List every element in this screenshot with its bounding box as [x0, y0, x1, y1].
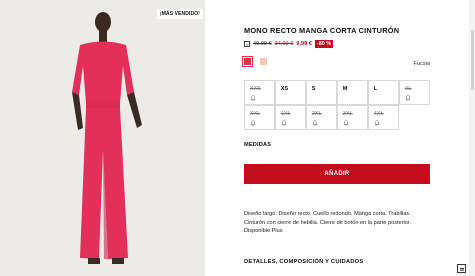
size-grid: XXS XS S M L XL XXL 1XL 2XL 3XL 4XL: [243, 79, 431, 131]
price-info-icon[interactable]: i: [244, 41, 250, 47]
size-label: M: [342, 85, 348, 92]
product-info-panel: MONO RECTO MANGA CORTA CINTURÓN i 49,99 …: [241, 0, 431, 276]
size-label: XL: [404, 85, 412, 92]
chat-icon[interactable]: [457, 264, 466, 273]
size-label: XS: [280, 85, 289, 92]
color-swatch-fuchsia[interactable]: [241, 55, 254, 68]
size-option[interactable]: XXS: [243, 79, 276, 106]
current-price: 9,99 €: [296, 41, 312, 47]
color-swatches: [241, 55, 267, 68]
size-label: XXL: [249, 110, 261, 117]
notify-bell-icon: [343, 120, 349, 126]
description-line: Disponible Plus: [244, 228, 283, 234]
selected-color-name: Fucsia: [413, 61, 430, 67]
size-label: L: [373, 85, 378, 92]
scrollbar-thumb[interactable]: [470, 30, 474, 90]
previous-price: 34,99 €: [274, 41, 294, 47]
notify-bell-icon: [405, 95, 411, 101]
notify-bell-icon: [312, 120, 318, 126]
notify-bell-icon: [374, 120, 380, 126]
size-label: S: [311, 85, 316, 92]
notify-bell-icon: [281, 120, 287, 126]
size-option[interactable]: XS: [274, 79, 307, 106]
notify-bell-icon: [250, 120, 256, 126]
size-label: 2XL: [311, 110, 322, 117]
original-price: 49,99 €: [253, 41, 272, 47]
description-line: Diseño largo. Diseño recto. Cuello redon…: [244, 211, 411, 217]
size-option[interactable]: XL: [398, 79, 431, 106]
notify-bell-icon: [250, 95, 256, 101]
bestseller-badge: ¡MÁS VENDIDO!: [157, 9, 203, 19]
size-label: 4XL: [373, 110, 384, 117]
size-option[interactable]: 1XL: [274, 104, 307, 131]
scrollbar[interactable]: [469, 0, 475, 276]
size-label: XXS: [249, 85, 261, 92]
product-image[interactable]: ¡MÁS VENDIDO!: [0, 0, 205, 276]
measures-link[interactable]: MEDIDAS: [244, 142, 271, 148]
size-option[interactable]: 2XL: [305, 104, 338, 131]
size-option[interactable]: 3XL: [336, 104, 369, 131]
details-composition-care-toggle[interactable]: DETALLES, COMPOSICIÓN Y CUIDADOS: [244, 259, 363, 265]
size-label: 3XL: [342, 110, 353, 117]
size-option[interactable]: XXL: [243, 104, 276, 131]
price-row: i 49,99 € 34,99 € 9,99 € -80 %: [244, 40, 333, 48]
size-label: 1XL: [280, 110, 291, 117]
model-illustration: [0, 0, 205, 276]
size-option[interactable]: L: [367, 79, 400, 106]
size-option[interactable]: 4XL: [367, 104, 400, 131]
discount-badge: -80 %: [314, 40, 333, 48]
add-to-cart-button[interactable]: AÑADIR: [244, 164, 430, 184]
product-title: MONO RECTO MANGA CORTA CINTURÓN: [244, 26, 400, 35]
size-option[interactable]: M: [336, 79, 369, 106]
color-swatch-nude[interactable]: [260, 58, 267, 65]
product-description: Diseño largo. Diseño recto. Cuello redon…: [244, 210, 430, 236]
size-option[interactable]: S: [305, 79, 338, 106]
description-line: Cinturón con cierre de hebilla. Cierre d…: [244, 219, 411, 226]
